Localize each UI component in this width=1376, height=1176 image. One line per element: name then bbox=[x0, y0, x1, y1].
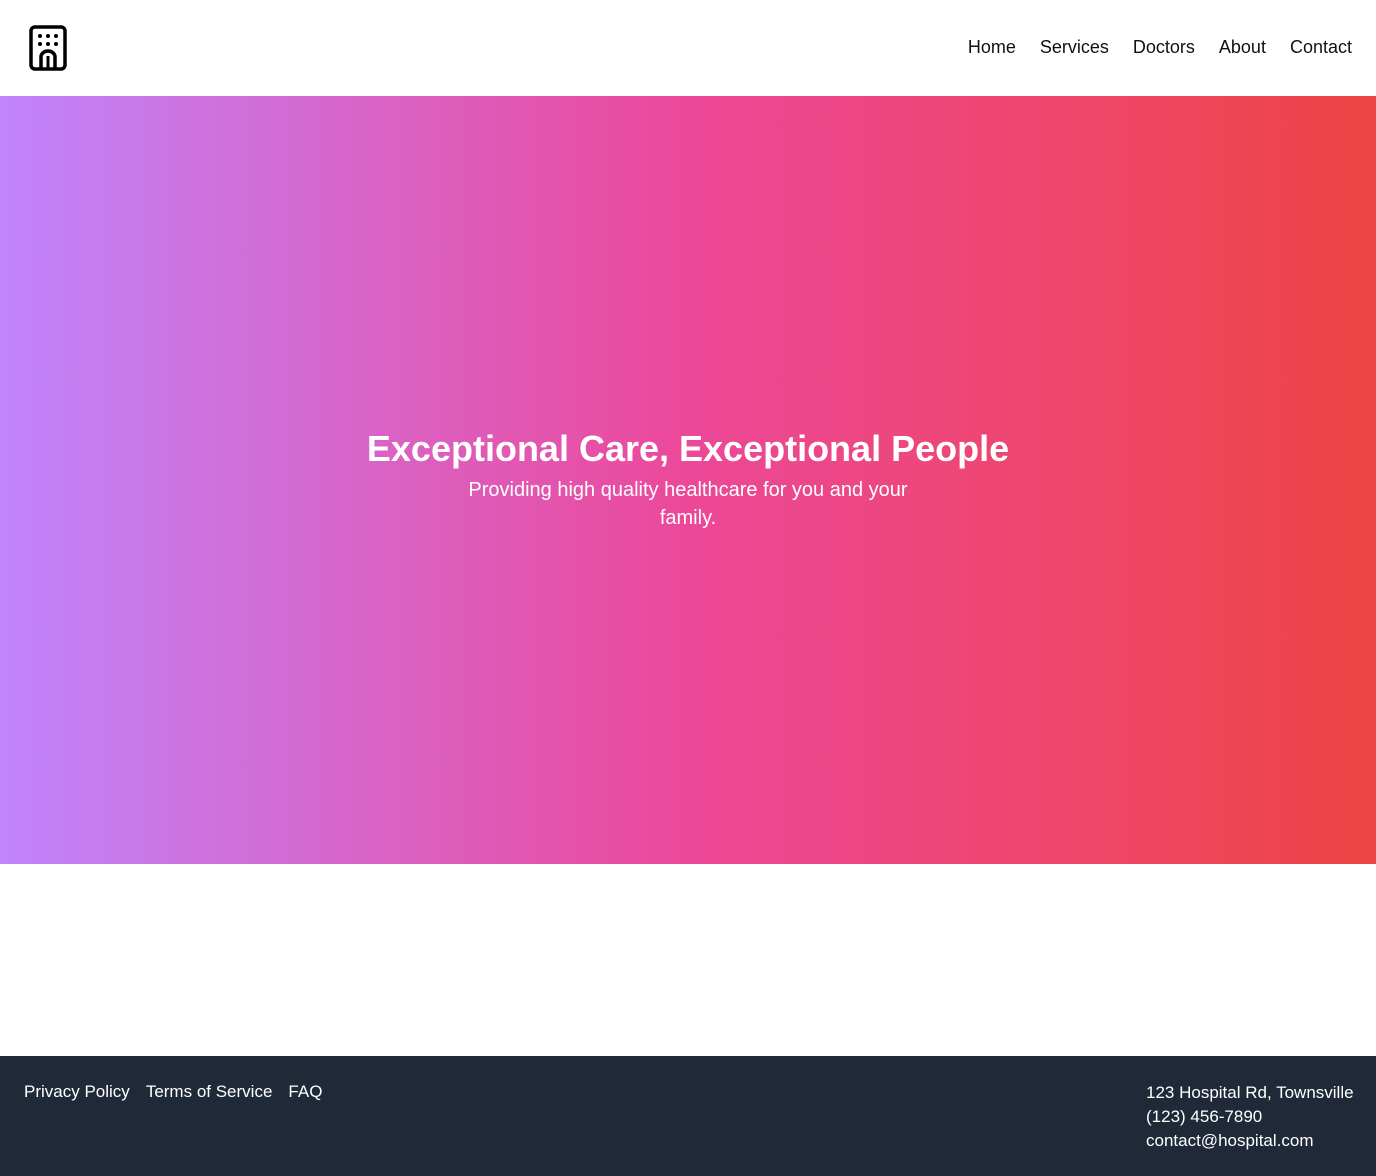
contact-email: contact@hospital.com bbox=[1146, 1131, 1314, 1150]
contact-address: 123 Hospital Rd, Townsville bbox=[1146, 1083, 1354, 1102]
faq-link[interactable]: FAQ bbox=[288, 1081, 322, 1103]
nav-services-link[interactable]: Services bbox=[1040, 34, 1109, 60]
hero-banner: Exceptional Care, Exceptional People Pro… bbox=[0, 96, 1376, 864]
site-footer: Privacy Policy Terms of Service FAQ 123 … bbox=[0, 1056, 1376, 1176]
contact-info: 123 Hospital Rd, Townsville (123) 456-78… bbox=[1146, 1081, 1366, 1153]
nav-home-link[interactable]: Home bbox=[968, 34, 1016, 60]
privacy-policy-link[interactable]: Privacy Policy bbox=[24, 1081, 130, 1103]
footer-links: Privacy Policy Terms of Service FAQ bbox=[24, 1081, 322, 1103]
site-header: Home Services Doctors About Contact bbox=[0, 0, 1376, 96]
contact-phone: (123) 456-7890 bbox=[1146, 1107, 1263, 1126]
hero-title: Exceptional Care, Exceptional People bbox=[366, 428, 1010, 469]
terms-of-service-link[interactable]: Terms of Service bbox=[146, 1081, 273, 1103]
nav-doctors-link[interactable]: Doctors bbox=[1133, 34, 1195, 60]
hero-subtitle: Providing high quality healthcare for yo… bbox=[468, 479, 908, 529]
nav-contact-link[interactable]: Contact bbox=[1290, 34, 1352, 60]
main-nav: Home Services Doctors About Contact bbox=[968, 34, 1352, 60]
hospital-building-icon[interactable] bbox=[28, 25, 68, 71]
nav-about-link[interactable]: About bbox=[1219, 34, 1266, 60]
